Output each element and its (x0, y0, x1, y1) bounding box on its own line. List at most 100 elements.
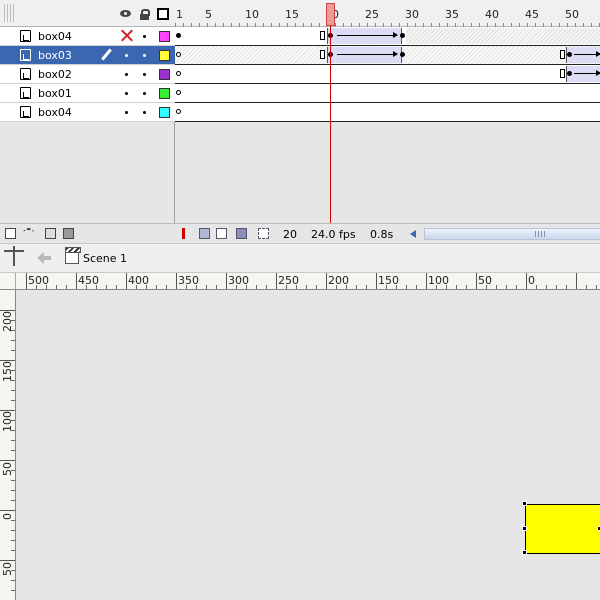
ruler-tick (406, 285, 407, 289)
insert-layer-icon[interactable] (5, 228, 16, 239)
ruler-label: 50 (1, 562, 14, 576)
frame-rate[interactable]: 24.0 fps (311, 228, 356, 241)
onion-skin-icon[interactable] (199, 228, 210, 239)
scene-breadcrumb[interactable]: Scene 1 (83, 252, 127, 265)
frame-row[interactable] (175, 65, 600, 84)
outline-color-swatch[interactable] (159, 88, 170, 99)
layer-row-box04-top[interactable]: box04 (0, 27, 175, 46)
ruler-tick (586, 285, 587, 289)
frame-ruler[interactable]: 1 5 10 15 20 25 30 35 40 45 50 (175, 0, 600, 27)
motion-tween[interactable] (327, 47, 402, 63)
empty-keyframe[interactable] (176, 52, 181, 57)
ruler-label: 450 (78, 274, 99, 287)
keyframe[interactable] (176, 33, 181, 38)
keyframe-end[interactable] (320, 50, 325, 59)
ruler-tick (156, 285, 157, 289)
outline-color-swatch[interactable] (159, 31, 170, 42)
visibility-dot-icon[interactable] (125, 54, 128, 57)
ruler-tick (116, 285, 117, 289)
timeline-toggle-icon[interactable] (4, 246, 24, 266)
transform-handle[interactable] (522, 501, 527, 506)
frame-row[interactable] (175, 84, 600, 103)
ruler-label: 200 (328, 274, 349, 287)
ruler-label: 100 (428, 274, 449, 287)
lock-dot-icon[interactable] (143, 73, 146, 76)
outline-color-swatch[interactable] (159, 107, 170, 118)
panel-grip-icon[interactable] (4, 4, 14, 22)
outline-all-icon[interactable] (157, 8, 169, 20)
horizontal-ruler[interactable]: 500 450 400 350 300 250 200 150 100 50 0 (16, 273, 600, 290)
back-arrow-icon[interactable] (37, 252, 51, 264)
ruler-tick (76, 273, 77, 289)
keyframe-end[interactable] (320, 31, 325, 40)
lock-dot-icon[interactable] (143, 54, 146, 57)
layer-name[interactable]: box02 (38, 68, 72, 81)
frame-number: 35 (445, 8, 459, 21)
layer-name[interactable]: box04 (38, 106, 72, 119)
empty-keyframe[interactable] (176, 71, 181, 76)
empty-keyframe[interactable] (176, 90, 181, 95)
ruler-tick (11, 580, 15, 581)
delete-layer-icon[interactable] (63, 228, 74, 239)
ruler-tick (11, 390, 15, 391)
empty-keyframe[interactable] (176, 109, 181, 114)
transform-handle[interactable] (522, 550, 527, 555)
frame-row[interactable] (175, 46, 600, 65)
timeline-header: 1 5 10 15 20 25 30 35 40 45 50 (0, 0, 600, 27)
vertical-ruler[interactable]: 200 150 100 50 0 50 (0, 290, 16, 600)
visibility-dot-icon[interactable] (125, 92, 128, 95)
layer-row-box02[interactable]: box02 (0, 65, 175, 84)
show-hide-all-icon[interactable] (120, 9, 131, 20)
ruler-label: 50 (478, 274, 492, 287)
scrollbar-thumb[interactable] (425, 229, 600, 239)
layer-icon (20, 87, 31, 99)
motion-tween[interactable] (327, 28, 402, 44)
layer-row-box04-bottom[interactable]: box04 (0, 103, 175, 122)
timeline-scrollbar[interactable] (424, 228, 600, 240)
hidden-x-icon[interactable] (120, 29, 133, 42)
modify-onion-markers-icon[interactable] (258, 228, 269, 239)
lock-dot-icon[interactable] (143, 92, 146, 95)
ruler-tick (306, 285, 307, 289)
layer-list-empty-area[interactable] (0, 122, 175, 223)
keyframe[interactable] (567, 71, 572, 76)
stage-canvas[interactable] (16, 290, 600, 600)
layer-row-box01[interactable]: box01 (0, 84, 175, 103)
layer-name[interactable]: box04 (38, 30, 72, 43)
add-motion-guide-icon[interactable] (23, 228, 34, 239)
frame-number: 5 (205, 8, 212, 21)
lock-dot-icon[interactable] (143, 111, 146, 114)
playhead[interactable] (326, 3, 335, 26)
onion-skin-outlines-icon[interactable] (216, 228, 227, 239)
frame-row[interactable] (175, 27, 600, 46)
ruler-tick (456, 285, 457, 289)
keyframe-end[interactable] (560, 50, 565, 59)
outline-color-swatch[interactable] (159, 69, 170, 80)
frames-empty-area[interactable] (175, 122, 600, 223)
ruler-tick (11, 480, 15, 481)
ruler-tick (11, 490, 15, 491)
ruler-tick (216, 285, 217, 289)
hidden-frames (406, 28, 600, 44)
layer-name[interactable]: box03 (38, 49, 72, 62)
visibility-dot-icon[interactable] (125, 111, 128, 114)
keyframe[interactable] (400, 52, 405, 57)
transform-handle[interactable] (522, 526, 527, 531)
ruler-tick (416, 285, 417, 289)
scroll-left-icon[interactable] (408, 228, 420, 240)
layer-row-box03[interactable]: box03 (0, 46, 175, 65)
lock-all-icon[interactable] (139, 9, 150, 20)
lock-dot-icon[interactable] (143, 35, 146, 38)
insert-folder-icon[interactable] (45, 228, 56, 239)
selected-rectangle-shape[interactable] (522, 501, 600, 555)
visibility-dot-icon[interactable] (125, 73, 128, 76)
keyframe[interactable] (567, 52, 572, 57)
ruler-tick (11, 350, 15, 351)
keyframe[interactable] (400, 33, 405, 38)
edit-multiple-frames-icon[interactable] (236, 228, 247, 239)
layer-name[interactable]: box01 (38, 87, 72, 100)
frame-row[interactable] (175, 103, 600, 122)
outline-color-swatch[interactable] (159, 50, 170, 61)
center-frame-icon[interactable] (182, 228, 185, 239)
keyframe-end[interactable] (560, 69, 565, 78)
